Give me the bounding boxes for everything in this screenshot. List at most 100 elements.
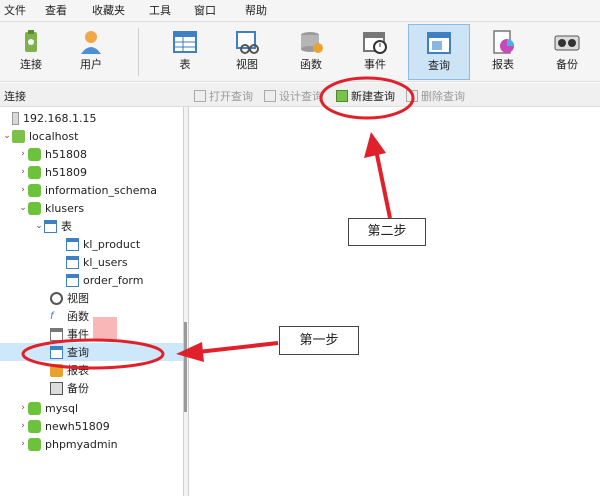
design-query-button[interactable]: 设计查询 [264,88,323,104]
tree-label: 查询 [67,346,89,359]
backup-button[interactable]: 备份 [536,24,598,80]
event-button[interactable]: 事件 [344,24,406,80]
connect-button[interactable]: 连接 [0,24,62,80]
menu-view[interactable]: 查看 [45,0,67,22]
user-label: 用户 [80,58,102,71]
delete-query-button[interactable]: 删除查询 [406,88,465,104]
menu-window[interactable]: 窗口 [194,0,216,22]
splitter-grip[interactable] [184,322,187,412]
event-icon [363,32,387,54]
tree-label: phpmyadmin [45,437,118,451]
chevron-right-icon[interactable]: › [18,185,28,195]
view-icon [50,291,63,305]
chevron-down-icon[interactable]: ⌄ [18,203,28,213]
new-query-button[interactable]: 新建查询 [336,88,395,104]
user-button[interactable]: 用户 [60,24,122,80]
search-icon [93,317,117,341]
event-label: 事件 [364,58,386,71]
step2-callout: 第二步 [348,218,426,246]
menu-bar: 文件 查看 收藏夹 工具 窗口 帮助 [0,0,600,22]
chevron-right-icon[interactable]: › [18,167,28,177]
table-icon [66,237,79,251]
query-label: 查询 [428,59,450,72]
tree-db-h51809[interactable]: › h51809 [18,163,87,181]
tree-folder-events[interactable]: 事件 [50,325,89,343]
event-icon [50,327,63,341]
chevron-right-icon[interactable]: › [18,403,28,413]
table-button[interactable]: 表 [154,24,216,80]
object-toolbar: 连接 打开查询 设计查询 新建查询 删除查询 [0,83,600,107]
connect-icon [25,30,37,52]
tree-label: 函数 [67,310,89,323]
open-query-icon [194,90,206,102]
view-icon [236,31,259,54]
step1-callout: 第一步 [279,326,359,355]
tree-label: kl_product [83,237,141,251]
delete-query-icon [406,90,418,102]
menu-help[interactable]: 帮助 [245,0,267,22]
tree-folder-tables[interactable]: ⌄ 表 [34,217,72,235]
database-icon [28,201,41,215]
tree-label: h51809 [45,165,87,179]
query-button[interactable]: 查询 [408,24,470,80]
view-label: 视图 [236,58,258,71]
chevron-right-icon[interactable]: › [18,149,28,159]
tree-label: order_form [83,273,144,287]
menu-tools[interactable]: 工具 [149,0,171,22]
backup-label: 备份 [556,58,578,71]
tree-folder-views[interactable]: 视图 [50,289,89,307]
main-toolbar: 连接 用户 表 视图 函数 事件 查询 报表 备份 [0,22,600,82]
object-content-area[interactable] [189,107,600,496]
tree-db-mysql[interactable]: › mysql [18,399,78,417]
function-icon [301,32,323,53]
delete-query-label: 删除查询 [421,90,465,103]
design-query-icon [264,90,276,102]
tree-server-localhost[interactable]: ⌄ localhost [2,127,78,145]
tree-db-information-schema[interactable]: › information_schema [18,181,157,199]
view-button[interactable]: 视图 [216,24,278,80]
tree-folder-reports[interactable]: 报表 [50,361,89,379]
tree-folder-functions[interactable]: f 函数 [50,307,89,325]
user-icon [81,31,101,54]
tree-db-newh51809[interactable]: › newh51809 [18,417,110,435]
function-label: 函数 [300,58,322,71]
tree-label: kl_users [83,255,128,269]
tree-db-phpmyadmin[interactable]: › phpmyadmin [18,435,118,453]
report-button[interactable]: 报表 [472,24,534,80]
tree-label: information_schema [45,183,157,197]
chevron-down-icon[interactable]: ⌄ [2,131,12,141]
new-query-icon [336,90,348,102]
tree-folder-backups[interactable]: 备份 [50,379,89,397]
tree-db-klusers[interactable]: ⌄ klusers [18,199,84,217]
chevron-right-icon[interactable]: › [18,421,28,431]
table-icon [66,273,79,287]
tree-label: 视图 [67,292,89,305]
menu-file[interactable]: 文件 [4,0,26,22]
tree-table-order-form[interactable]: order_form [66,271,143,289]
table-label: 表 [179,58,191,71]
function-icon: f [50,310,54,322]
tree-label: mysql [45,401,78,415]
tree-table-kl-users[interactable]: kl_users [66,253,128,271]
chevron-down-icon[interactable]: ⌄ [34,221,44,231]
report-icon [50,363,63,377]
tree-server-192-168-1-15[interactable]: 192.168.1.15 [2,109,96,127]
function-button[interactable]: 函数 [280,24,342,80]
database-icon [28,147,41,161]
tree-folder-queries[interactable]: 查询 [0,343,183,361]
open-query-label: 打开查询 [209,90,253,103]
backup-icon [554,35,580,51]
table-folder-icon [44,219,57,233]
database-icon [28,165,41,179]
chevron-right-icon[interactable]: › [18,439,28,449]
backup-icon [50,381,63,395]
menu-favorites[interactable]: 收藏夹 [92,0,125,22]
report-icon [493,30,514,54]
server-icon [12,129,25,143]
connect-label: 连接 [20,58,42,71]
tree-db-h51808[interactable]: › h51808 [18,145,87,163]
tree-table-kl-product[interactable]: kl_product [66,235,140,253]
database-icon [28,437,41,451]
open-query-button[interactable]: 打开查询 [194,88,253,104]
tree-label: localhost [29,129,79,143]
